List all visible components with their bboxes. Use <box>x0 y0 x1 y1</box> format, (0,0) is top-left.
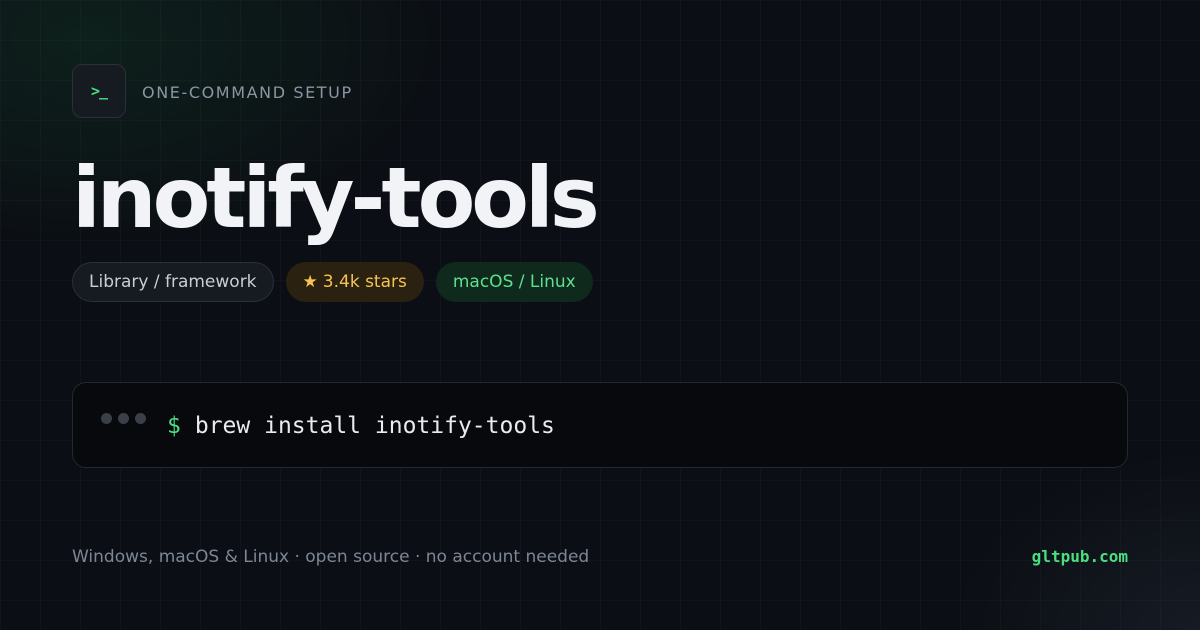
terminal-prompt-icon: >_ <box>72 64 126 118</box>
window-dots <box>101 413 146 424</box>
install-command[interactable]: brew install inotify-tools <box>195 413 555 439</box>
page-title: inotify-tools <box>72 149 600 247</box>
window-dot-icon <box>101 413 112 424</box>
stars-badge: ★ 3.4k stars <box>285 262 424 302</box>
stars-badge-label: 3.4k stars <box>322 272 407 292</box>
footer-note: Windows, macOS & Linux · open source · n… <box>72 547 590 567</box>
domain-link[interactable]: gltpub.com <box>1032 546 1128 568</box>
platform-badge-label: macOS / Linux <box>452 272 576 292</box>
category-badge: Library / framework <box>72 262 274 302</box>
badge-row: Library / framework ★ 3.4k stars macOS /… <box>72 262 593 302</box>
star-icon: ★ <box>302 272 318 292</box>
eyebrow-label: ONE-COMMAND SETUP <box>142 83 353 102</box>
prompt-glyph: >_ <box>90 82 108 100</box>
card: >_ ONE-COMMAND SETUP inotify-tools Libra… <box>0 0 1200 630</box>
install-command-box[interactable]: $ brew install inotify-tools <box>72 382 1128 468</box>
category-badge-label: Library / framework <box>89 272 257 292</box>
command-line: $ brew install inotify-tools <box>167 411 555 441</box>
window-dot-icon <box>135 413 146 424</box>
shell-prompt: $ <box>167 413 181 439</box>
window-dot-icon <box>118 413 129 424</box>
platform-badge: macOS / Linux <box>435 262 593 302</box>
